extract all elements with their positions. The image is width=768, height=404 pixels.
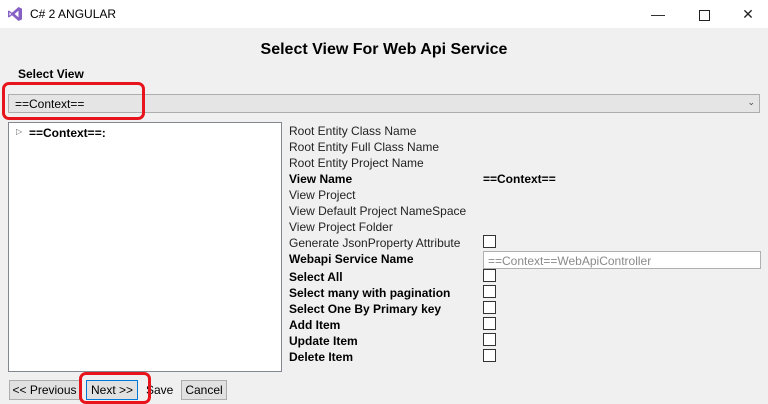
view-tree[interactable]: ▷ ==Context==:	[8, 122, 282, 372]
root-entity-project-name-label: Root Entity Project Name	[289, 156, 424, 170]
highlight-select-view	[2, 82, 145, 120]
close-icon: ✕	[742, 6, 754, 22]
tree-node-context[interactable]: ==Context==:	[29, 126, 106, 140]
update-item-label: Update Item	[289, 334, 358, 348]
webapi-service-name-input[interactable]: ==Context==WebApiController	[483, 251, 761, 269]
generate-json-property-label: Generate JsonProperty Attribute	[289, 236, 461, 250]
title-bar: C# 2 ANGULAR — ✕	[0, 0, 768, 28]
view-name-value: ==Context==	[483, 172, 556, 186]
view-default-project-namespace-label: View Default Project NameSpace	[289, 204, 467, 218]
view-project-folder-label: View Project Folder	[289, 220, 393, 234]
dialog-heading: Select View For Web Api Service	[260, 41, 508, 58]
visual-studio-icon	[8, 7, 22, 21]
previous-button[interactable]: << Previous	[9, 380, 80, 400]
root-entity-class-name-label: Root Entity Class Name	[289, 124, 417, 138]
cancel-button[interactable]: Cancel	[181, 380, 227, 400]
select-one-primary-key-checkbox[interactable]	[483, 301, 496, 314]
select-many-pagination-label: Select many with pagination	[289, 286, 451, 300]
webapi-service-name-label: Webapi Service Name	[289, 252, 414, 266]
select-view-label: Select View	[18, 67, 84, 81]
select-all-label: Select All	[289, 270, 343, 284]
maximize-button[interactable]	[681, 0, 727, 28]
minimize-button[interactable]: —	[635, 0, 681, 28]
minimize-icon: —	[651, 6, 665, 22]
add-item-checkbox[interactable]	[483, 317, 496, 330]
maximize-icon	[698, 9, 710, 21]
view-name-label: View Name	[289, 172, 353, 186]
delete-item-checkbox[interactable]	[483, 349, 496, 362]
select-many-pagination-checkbox[interactable]	[483, 285, 496, 298]
delete-item-label: Delete Item	[289, 350, 354, 364]
tree-expand-icon[interactable]: ▷	[16, 127, 22, 136]
close-button[interactable]: ✕	[725, 0, 768, 28]
select-all-checkbox[interactable]	[483, 269, 496, 282]
generate-json-property-checkbox[interactable]	[483, 235, 496, 248]
webapi-service-name-value: ==Context==WebApiController	[488, 254, 652, 268]
window-title: C# 2 ANGULAR	[30, 7, 117, 21]
add-item-label: Add Item	[289, 318, 341, 332]
view-project-label: View Project	[289, 188, 356, 202]
update-item-checkbox[interactable]	[483, 333, 496, 346]
root-entity-full-class-name-label: Root Entity Full Class Name	[289, 140, 440, 154]
select-one-primary-key-label: Select One By Primary key	[289, 302, 442, 316]
chevron-down-icon: ⌄	[747, 97, 755, 107]
highlight-next-button	[79, 372, 151, 404]
